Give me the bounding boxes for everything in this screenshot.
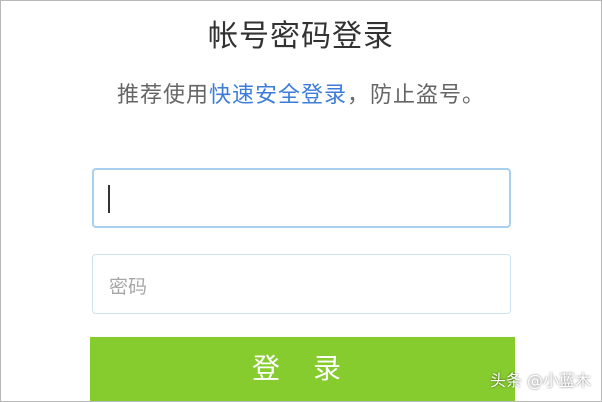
password-input[interactable]: 密码 <box>92 254 511 314</box>
hint-prefix: 推荐使用 <box>116 83 209 108</box>
login-panel: 帐号密码登录 推荐使用快速安全登录，防止盗号。 密码 登 录 头条 @小蓝木 <box>0 0 602 402</box>
text-cursor <box>108 185 110 213</box>
quick-login-link[interactable]: 快速安全登录 <box>209 83 347 108</box>
page-title: 帐号密码登录 <box>208 19 394 54</box>
login-hint: 推荐使用快速安全登录，防止盗号。 <box>1 77 601 109</box>
account-input[interactable] <box>92 168 511 228</box>
watermark: 头条 @小蓝木 <box>489 371 591 390</box>
password-placeholder: 密码 <box>109 276 148 298</box>
hint-suffix: ，防止盗号。 <box>347 83 486 108</box>
login-button[interactable]: 登 录 <box>90 337 515 401</box>
